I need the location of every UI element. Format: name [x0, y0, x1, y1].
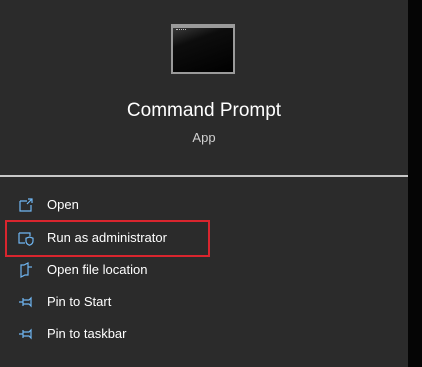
window-edge — [408, 0, 422, 367]
menu-item-open-file-location[interactable]: Open file location — [0, 256, 408, 284]
shield-admin-icon — [18, 232, 34, 246]
menu-item-label: Pin to Start — [47, 294, 112, 309]
menu-item-label: Open file location — [47, 262, 148, 277]
prompt-glyph — [176, 29, 186, 31]
menu-item-label: Open — [47, 197, 79, 212]
divider — [0, 175, 410, 177]
menu-item-run-as-administrator[interactable]: Run as administrator — [0, 224, 408, 252]
menu-item-pin-to-taskbar[interactable]: Pin to taskbar — [0, 320, 408, 348]
pin-icon — [19, 328, 32, 340]
context-panel: Command Prompt App Open Run as administr… — [0, 0, 410, 367]
menu-item-pin-to-start[interactable]: Pin to Start — [0, 288, 408, 316]
open-icon — [19, 198, 33, 212]
menu-item-label: Pin to taskbar — [47, 326, 127, 341]
file-location-icon — [20, 262, 32, 278]
command-prompt-app-icon — [171, 24, 235, 74]
pin-icon — [19, 296, 32, 308]
menu-item-label: Run as administrator — [47, 230, 167, 245]
app-title: Command Prompt — [126, 100, 282, 121]
app-type-label: App — [192, 130, 216, 145]
menu-item-open[interactable]: Open — [0, 191, 408, 219]
